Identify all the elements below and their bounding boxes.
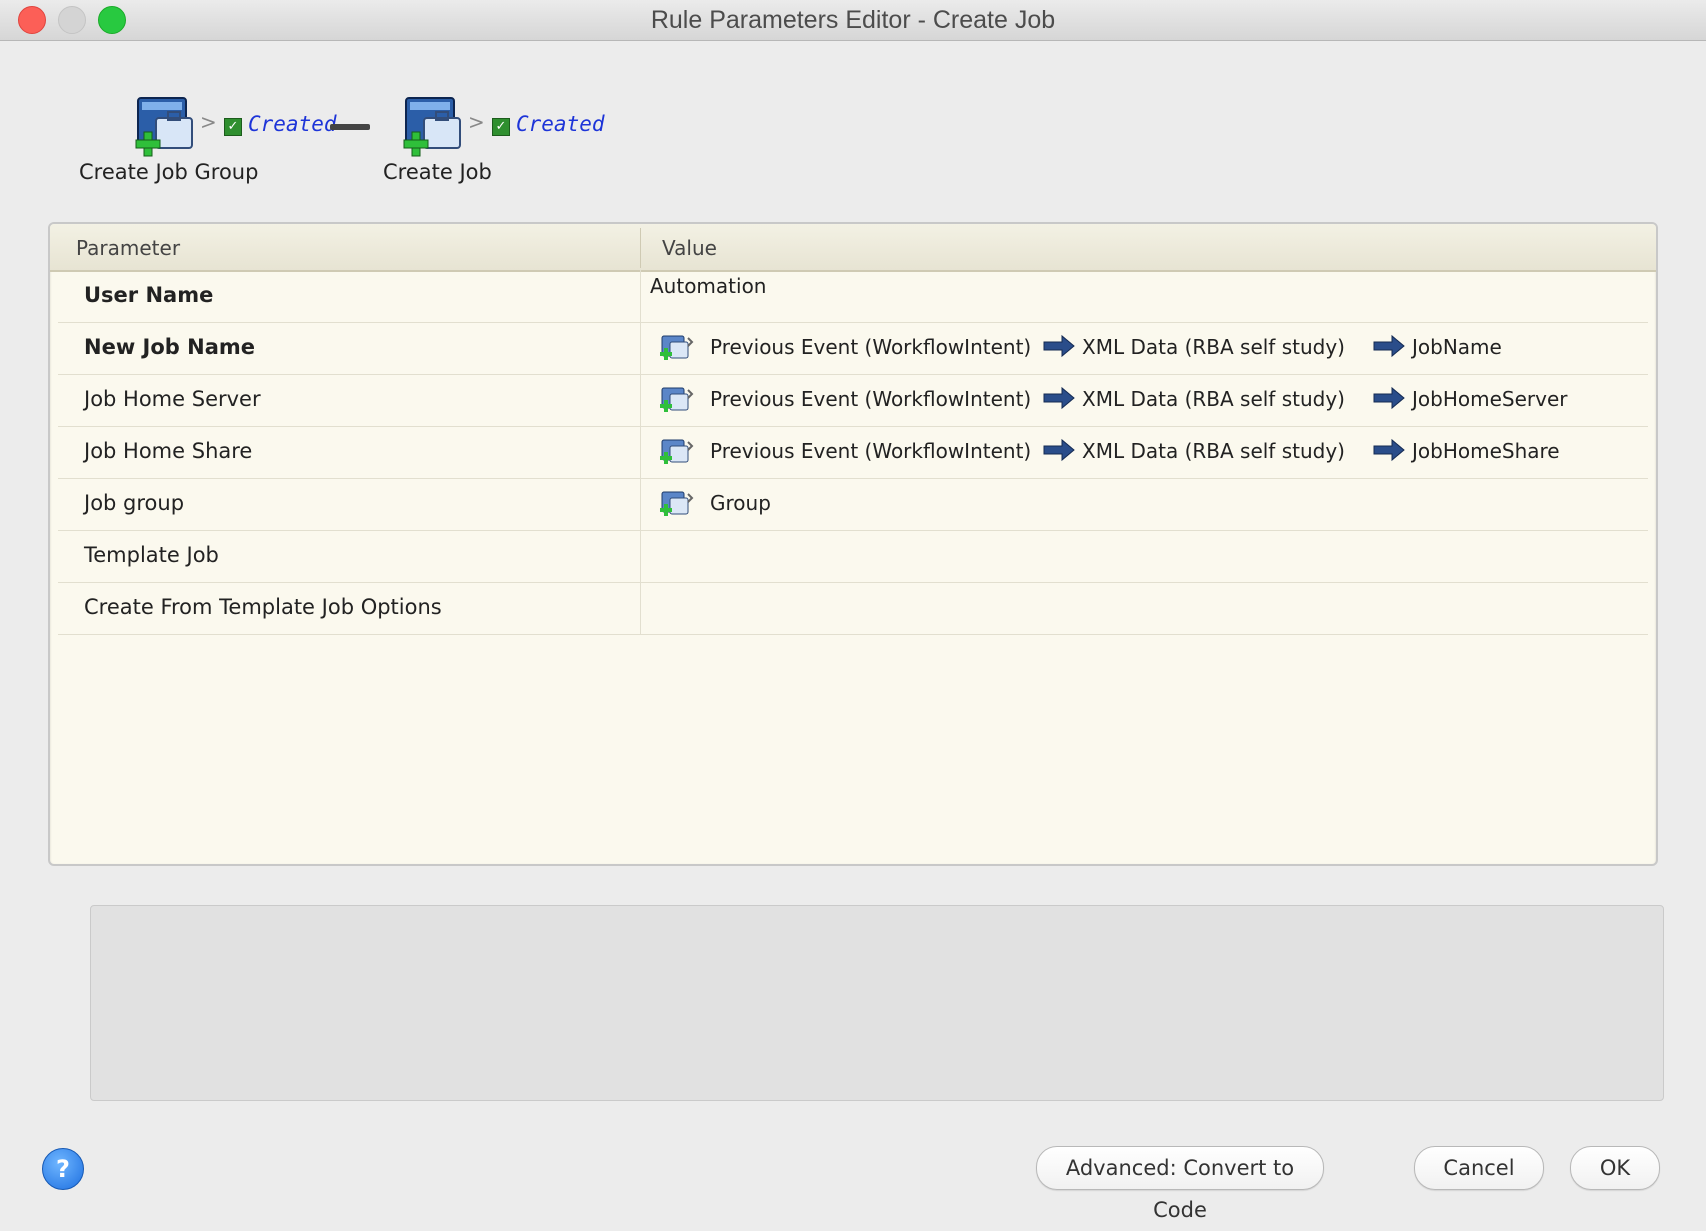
- value-path-segment: Previous Event (WorkflowIntent): [710, 439, 1032, 463]
- value-path-segment: Group: [710, 491, 771, 515]
- value-path-segment: Previous Event (WorkflowIntent): [710, 387, 1032, 411]
- arrow-right-icon: [1043, 438, 1075, 462]
- event-source-icon: [660, 387, 694, 412]
- cancel-button[interactable]: Cancel: [1414, 1146, 1544, 1190]
- table-row[interactable]: Job group Group: [58, 478, 1648, 531]
- create-job-icon[interactable]: [402, 94, 466, 158]
- parameter-name: Template Job: [84, 543, 219, 567]
- parameter-table: Parameter Value User Name Automation New J…: [48, 222, 1658, 866]
- parameter-name: Job Home Server: [84, 387, 261, 411]
- value-path-segment: XML Data (RBA self study): [1082, 335, 1345, 359]
- arrow-right-icon: [1373, 334, 1405, 358]
- value-path-segment: XML Data (RBA self study): [1082, 439, 1345, 463]
- parameter-name: User Name: [84, 283, 214, 307]
- parameter-name: Job group: [84, 491, 185, 515]
- value-path-segment: JobName: [1412, 335, 1502, 359]
- value-path-segment: JobHomeServer: [1412, 387, 1568, 411]
- value-path-segment: Previous Event (WorkflowIntent): [710, 335, 1032, 359]
- cell-divider: [640, 478, 641, 530]
- chevron-right-icon: >: [468, 110, 485, 134]
- step-label: Create Job: [383, 160, 492, 184]
- ok-button[interactable]: OK: [1570, 1146, 1660, 1190]
- create-job-group-icon[interactable]: [134, 94, 198, 158]
- table-row[interactable]: Create From Template Job Options: [58, 582, 1648, 635]
- parameter-name: Job Home Share: [84, 439, 253, 463]
- title-bar: Rule Parameters Editor - Create Job: [0, 0, 1706, 41]
- step-label: Create Job Group: [79, 160, 259, 184]
- table-row[interactable]: Job Home Share Previous Event (WorkflowIn…: [58, 426, 1648, 479]
- window-title: Rule Parameters Editor - Create Job: [650, 6, 1056, 34]
- chevron-right-icon: >: [200, 110, 217, 134]
- table-header: Parameter Value: [50, 224, 1656, 272]
- arrow-right-icon: [1043, 334, 1075, 358]
- table-row[interactable]: User Name Automation: [58, 270, 1648, 323]
- advanced-convert-to-code-button[interactable]: Advanced: Convert to Code: [1036, 1146, 1324, 1222]
- column-divider[interactable]: [640, 228, 641, 268]
- value-path-segment: XML Data (RBA self study): [1082, 387, 1345, 411]
- column-header-value[interactable]: Value: [662, 236, 717, 260]
- value-path-segment: JobHomeShare: [1412, 439, 1560, 463]
- event-source-icon: [660, 491, 694, 516]
- workflow-connector: [330, 124, 370, 130]
- table-row[interactable]: Template Job: [58, 530, 1648, 583]
- description-panel: [90, 905, 1664, 1101]
- event-source-icon: [660, 439, 694, 464]
- cell-divider: [640, 426, 641, 478]
- arrow-right-icon: [1373, 386, 1405, 410]
- arrow-right-icon: [1043, 386, 1075, 410]
- parameter-name: New Job Name: [84, 335, 255, 359]
- table-row[interactable]: Job Home Server Previous Event (WorkflowI…: [58, 374, 1648, 427]
- cell-divider: [640, 374, 641, 426]
- event-source-icon: [660, 335, 694, 360]
- cell-divider: [640, 270, 641, 322]
- cell-divider: [640, 530, 641, 582]
- step-status: Created: [516, 112, 605, 136]
- parameter-name: Create From Template Job Options: [84, 595, 442, 619]
- checkbox-checked-icon: ✓: [224, 118, 242, 136]
- column-header-parameter[interactable]: Parameter: [76, 236, 180, 260]
- step-status: Created: [248, 112, 337, 136]
- cell-divider: [640, 322, 641, 374]
- value-text: Automation: [650, 274, 767, 298]
- cell-divider: [640, 582, 641, 634]
- checkbox-checked-icon: ✓: [492, 118, 510, 136]
- arrow-right-icon: [1373, 438, 1405, 462]
- help-button[interactable]: ?: [42, 1148, 84, 1190]
- table-row[interactable]: New Job Name Previous Event (WorkflowInte…: [58, 322, 1648, 375]
